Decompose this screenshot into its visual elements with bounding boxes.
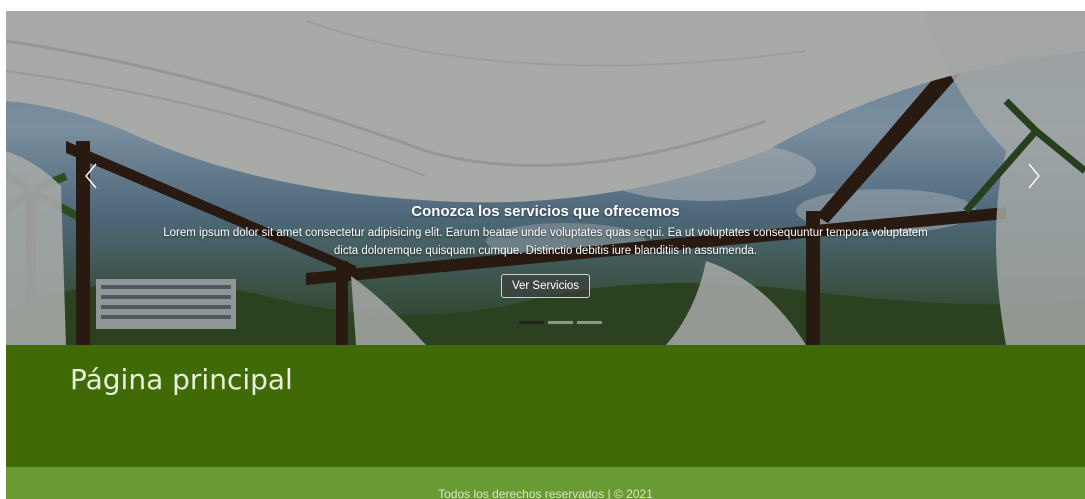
chevron-right-icon <box>1028 163 1040 189</box>
chevron-left-icon <box>85 163 97 189</box>
carousel-indicator-3[interactable] <box>577 321 602 324</box>
caption-text: Lorem ipsum dolor sit amet consectetur a… <box>163 227 928 257</box>
caption-title: Conozca los servicios que ofrecemos <box>411 203 680 220</box>
ver-servicios-button[interactable]: Ver Servicios <box>500 274 591 298</box>
footer: Todos los derechos reservados | © 2021 <box>6 467 1085 499</box>
page: Conozca los servicios que ofrecemos Lore… <box>6 11 1085 499</box>
page-title: Página principal <box>70 363 293 396</box>
carousel-next-button[interactable] <box>1019 156 1049 196</box>
carousel-indicators <box>519 321 602 324</box>
main-section: Página principal <box>6 345 1085 467</box>
carousel-indicator-2[interactable] <box>548 321 573 324</box>
carousel-prev-button[interactable] <box>76 156 106 196</box>
hero-carousel: Conozca los servicios que ofrecemos Lore… <box>6 11 1085 345</box>
carousel-caption: Conozca los servicios que ofrecemos Lore… <box>156 203 935 298</box>
carousel-indicator-1[interactable] <box>519 321 544 324</box>
footer-copyright: Todos los derechos reservados | © 2021 <box>438 487 653 499</box>
